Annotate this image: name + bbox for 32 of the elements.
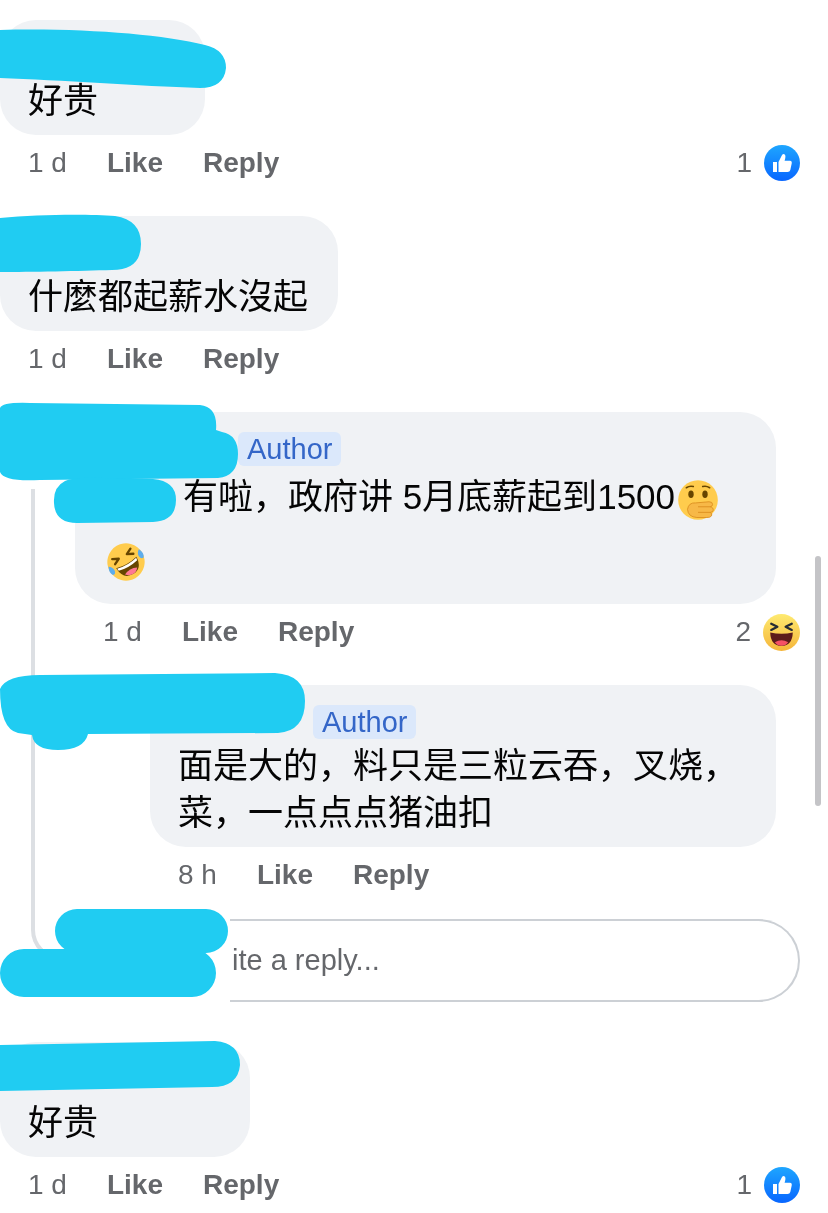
comment-text: 面是大的，料只是三粒云吞，叉烧，菜，一点点点猪油扣 bbox=[178, 746, 738, 832]
laughing-tears-face-icon bbox=[105, 541, 147, 583]
comment-time: 1 d bbox=[103, 616, 142, 648]
reply-link[interactable]: Reply bbox=[202, 147, 280, 179]
comment-time: 8 h bbox=[178, 859, 217, 891]
reply-link[interactable]: Reply bbox=[202, 343, 280, 375]
laughing-face-icon bbox=[763, 613, 800, 651]
like-link[interactable]: Like bbox=[106, 1169, 163, 1201]
like-link[interactable]: Like bbox=[256, 859, 313, 891]
author-badge: Author bbox=[238, 432, 342, 466]
author-badge: Author bbox=[313, 705, 417, 739]
comment-text: 好贵 bbox=[28, 1103, 98, 1142]
comment-text: 好贵 bbox=[28, 81, 98, 120]
comment-time: 1 d bbox=[28, 147, 67, 179]
comment-text: 什麼都起薪水沒起 bbox=[28, 277, 308, 316]
reply-link[interactable]: Reply bbox=[202, 1169, 280, 1201]
comment-time: 1 d bbox=[28, 343, 67, 375]
like-link[interactable]: Like bbox=[106, 343, 163, 375]
reaction-count: 1 bbox=[736, 1169, 752, 1201]
reply-link[interactable]: Reply bbox=[352, 859, 430, 891]
thumbs-up-icon bbox=[764, 145, 800, 181]
reply-link[interactable]: Reply bbox=[277, 616, 355, 648]
reaction-count: 1 bbox=[736, 147, 752, 179]
thumbs-up-icon bbox=[764, 1167, 800, 1203]
scrollbar-thumb[interactable] bbox=[815, 556, 821, 806]
like-link[interactable]: Like bbox=[106, 147, 163, 179]
reply-field[interactable]: ite a reply... bbox=[230, 919, 800, 1002]
comment-text: 有啦，政府讲 5月底薪起到1500 bbox=[183, 477, 676, 517]
hand-over-mouth-face-icon bbox=[677, 479, 720, 521]
reaction-count: 2 bbox=[735, 616, 751, 648]
comment-time: 1 d bbox=[28, 1169, 67, 1201]
like-link[interactable]: Like bbox=[181, 616, 238, 648]
